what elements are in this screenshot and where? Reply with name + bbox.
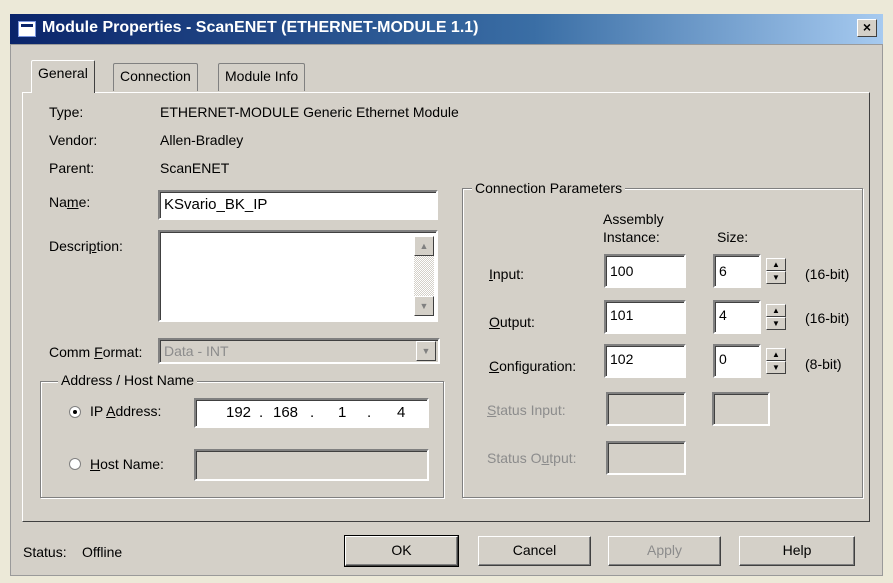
ip-octet-4: 4 xyxy=(397,404,406,421)
input-size-spinner[interactable]: ▲ ▼ xyxy=(766,258,786,284)
description-textarea[interactable] xyxy=(158,230,438,322)
cancel-button[interactable]: Cancel xyxy=(478,536,591,566)
status-input-field xyxy=(606,392,686,426)
vendor-label: Vendor: xyxy=(49,132,98,148)
scroll-down-icon[interactable]: ▼ xyxy=(414,296,434,316)
spin-up-icon[interactable]: ▲ xyxy=(766,348,786,361)
host-name-radio[interactable] xyxy=(69,458,81,470)
ip-dot: . xyxy=(367,404,372,421)
host-name-label: Host Name: xyxy=(90,456,164,472)
input-instance-field[interactable]: 100 xyxy=(604,254,686,288)
name-input[interactable]: KSvario_BK_IP xyxy=(158,190,438,220)
configuration-size-field[interactable]: 0 xyxy=(713,344,761,378)
ip-dot: . xyxy=(310,404,315,421)
address-group-label: Address / Host Name xyxy=(58,372,198,388)
status-value: Offline xyxy=(82,544,123,560)
spin-up-icon[interactable]: ▲ xyxy=(766,304,786,317)
scroll-up-icon[interactable]: ▲ xyxy=(414,236,434,256)
status-input-label: Status Input: xyxy=(487,402,566,418)
output-unit: (16-bit) xyxy=(805,310,850,326)
input-label: Input: xyxy=(489,266,525,282)
status-label: Status: xyxy=(23,544,67,560)
description-label: Description: xyxy=(49,238,123,254)
comm-format-select[interactable]: Data - INT xyxy=(158,338,440,364)
output-instance-field[interactable]: 101 xyxy=(604,300,686,334)
spin-down-icon[interactable]: ▼ xyxy=(766,317,786,330)
ip-octet-2: 168 xyxy=(273,404,299,421)
connection-parameters-label: Connection Parameters xyxy=(472,180,626,196)
configuration-unit: (8-bit) xyxy=(805,356,842,372)
parent-value: ScanENET xyxy=(160,160,230,176)
output-size-field[interactable]: 4 xyxy=(713,300,761,334)
input-unit: (16-bit) xyxy=(805,266,850,282)
spin-down-icon[interactable]: ▼ xyxy=(766,361,786,374)
output-size-spinner[interactable]: ▲ ▼ xyxy=(766,304,786,330)
instance-header: Instance: xyxy=(603,229,660,245)
assembly-header: Assembly xyxy=(603,211,664,227)
ip-octet-1: 192 xyxy=(226,404,252,421)
tab-connection[interactable]: Connection xyxy=(113,63,198,91)
window-title: Module Properties - ScanENET (ETHERNET-M… xyxy=(42,19,479,36)
comm-format-label: Comm Format: xyxy=(49,344,143,360)
type-value: ETHERNET-MODULE Generic Ethernet Module xyxy=(160,104,459,120)
configuration-label: Configuration: xyxy=(489,358,577,374)
configuration-size-spinner[interactable]: ▲ ▼ xyxy=(766,348,786,374)
status-output-field xyxy=(606,441,686,475)
size-header: Size: xyxy=(717,229,749,245)
spin-up-icon[interactable]: ▲ xyxy=(766,258,786,271)
ip-dot: . xyxy=(259,404,264,421)
status-input-size-field xyxy=(712,392,770,426)
title-bar[interactable]: Module Properties - ScanENET (ETHERNET-M… xyxy=(10,14,883,44)
output-label: Output: xyxy=(489,314,535,330)
ip-address-radio[interactable] xyxy=(69,406,81,418)
window-icon xyxy=(18,21,36,37)
vendor-value: Allen-Bradley xyxy=(160,132,244,148)
description-scrollbar[interactable] xyxy=(414,256,434,296)
apply-button[interactable]: Apply xyxy=(608,536,721,566)
name-label: Name: xyxy=(49,194,91,210)
configuration-instance-field[interactable]: 102 xyxy=(604,344,686,378)
host-name-input[interactable] xyxy=(194,449,429,481)
tab-module-info[interactable]: Module Info xyxy=(218,63,306,91)
close-button[interactable]: × xyxy=(857,19,877,37)
ip-octet-3: 1 xyxy=(338,404,347,421)
input-size-field[interactable]: 6 xyxy=(713,254,761,288)
ok-button[interactable]: OK xyxy=(344,535,459,567)
status-output-label: Status Output: xyxy=(487,450,577,466)
dropdown-arrow-icon[interactable]: ▼ xyxy=(416,341,436,361)
type-label: Type: xyxy=(49,104,84,120)
tab-general[interactable]: General xyxy=(31,60,95,93)
ip-address-input[interactable]: 192 . 168 . 1 . 4 xyxy=(194,398,429,428)
spin-down-icon[interactable]: ▼ xyxy=(766,271,786,284)
parent-label: Parent: xyxy=(49,160,95,176)
ip-address-label: IP Address: xyxy=(90,403,162,419)
help-button[interactable]: Help xyxy=(739,536,855,566)
